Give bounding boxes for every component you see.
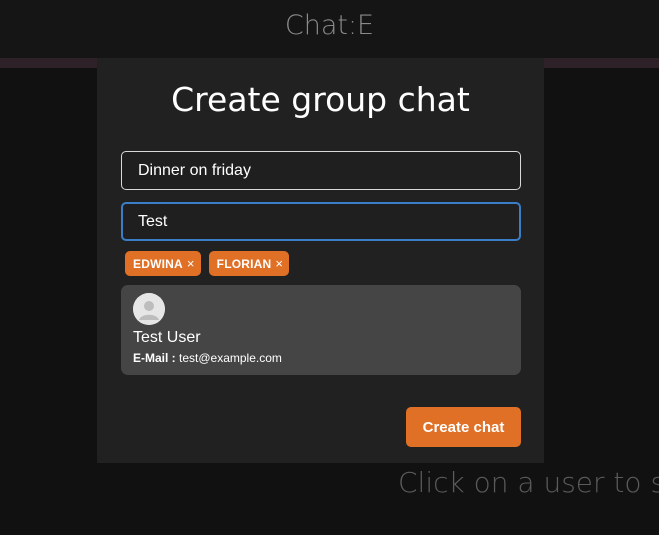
search-result-user-card[interactable]: Test User E-Mail : test@example.com: [121, 285, 521, 375]
app-window: Chat:E Click on a user to s Create group…: [0, 0, 659, 535]
create-group-chat-modal: Create group chat EDWINA × FLORIAN × Tes: [97, 58, 544, 463]
user-email-row: E-Mail : test@example.com: [133, 351, 282, 365]
app-header: Chat:E: [0, 0, 659, 58]
user-email: test@example.com: [179, 351, 282, 365]
background-hint-text: Click on a user to s: [398, 466, 659, 499]
chat-name-input[interactable]: [121, 151, 521, 190]
user-tag-label: EDWINA: [133, 256, 183, 271]
selected-users-tags: EDWINA × FLORIAN ×: [125, 251, 290, 276]
user-name: Test User: [133, 329, 201, 346]
email-label: E-Mail :: [133, 351, 176, 365]
user-tag-label: FLORIAN: [216, 256, 272, 271]
user-search-input[interactable]: [121, 202, 521, 241]
close-icon[interactable]: ×: [187, 257, 195, 270]
modal-title: Create group chat: [171, 80, 470, 119]
app-title: Chat:E: [284, 10, 375, 41]
create-chat-button[interactable]: Create chat: [406, 407, 521, 447]
close-icon[interactable]: ×: [275, 257, 283, 270]
user-tag-edwina: EDWINA ×: [125, 251, 201, 276]
user-tag-florian: FLORIAN ×: [208, 251, 290, 276]
user-avatar-icon: [133, 293, 165, 325]
